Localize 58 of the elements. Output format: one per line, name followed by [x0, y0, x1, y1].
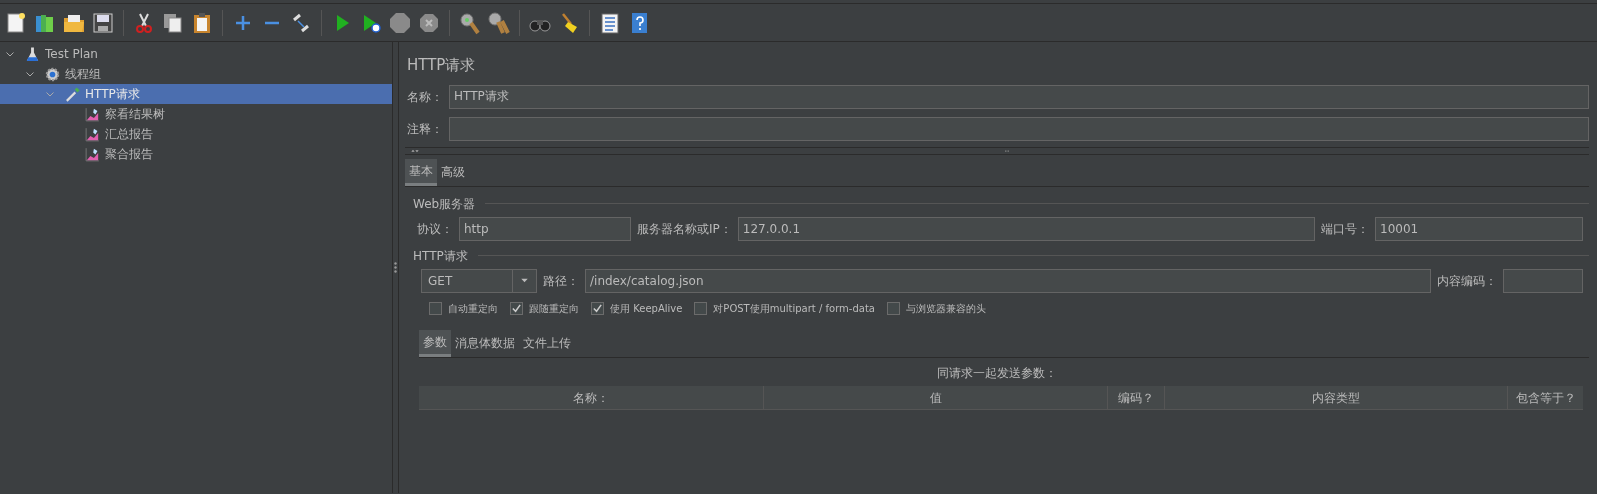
checkbox-label: 跟随重定向	[529, 301, 579, 316]
checkbox[interactable]	[510, 301, 523, 315]
column-header[interactable]: 编码？	[1108, 385, 1165, 409]
tree-item[interactable]: HTTP请求	[0, 84, 392, 104]
field-label: 路径：	[543, 272, 579, 290]
column-header[interactable]: 名称：	[419, 385, 764, 409]
checkbox[interactable]	[591, 301, 604, 315]
input-field[interactable]: HTTP请求	[449, 84, 1589, 109]
input-field[interactable]	[1503, 268, 1583, 293]
checkbox-label: 对POST使用multipart / form-data	[713, 301, 875, 316]
splitter-handle-icon[interactable]	[394, 262, 397, 273]
clear-all-icon[interactable]	[487, 10, 511, 35]
checkbox[interactable]	[886, 301, 900, 315]
tab[interactable]: 参数	[419, 329, 451, 357]
tree-item[interactable]: 汇总报告	[0, 124, 392, 144]
pipette-icon[interactable]	[64, 85, 81, 103]
input-field[interactable]: /index/catalog.json	[585, 268, 1431, 293]
field-label: 端口号：	[1321, 220, 1369, 238]
tab[interactable]: 基本	[405, 158, 437, 186]
checkbox-label: 与浏览器兼容的头	[905, 301, 986, 316]
checkbox[interactable]	[429, 301, 442, 315]
input-field[interactable]: http	[459, 216, 631, 241]
tree-item[interactable]: 线程组	[0, 64, 392, 84]
field-label: 注释：	[407, 120, 443, 138]
tree-item[interactable]: 聚合报告	[0, 144, 392, 164]
column-header[interactable]: 包含等于？	[1508, 385, 1583, 409]
input-field[interactable]: 10001	[1375, 216, 1583, 241]
tree-item[interactable]: 察看结果树	[0, 104, 392, 124]
checkbox-label: 使用 KeepAlive	[610, 301, 683, 316]
field-label: 服务器名称或IP：	[637, 220, 732, 238]
gear-icon[interactable]	[44, 65, 61, 83]
input-field[interactable]: 127.0.0.1	[737, 216, 1315, 241]
section-legend: Web服务器	[413, 194, 476, 213]
column-header[interactable]: 内容类型	[1165, 385, 1508, 409]
tab[interactable]: 消息体数据	[451, 329, 519, 357]
list-icon[interactable]	[598, 10, 622, 35]
clear-icon[interactable]	[458, 10, 482, 35]
flask-icon[interactable]	[24, 45, 41, 63]
graph-icon[interactable]	[84, 125, 101, 143]
column-header[interactable]: 值	[764, 385, 1108, 409]
input-field[interactable]	[449, 116, 1589, 141]
checkbox[interactable]	[694, 301, 708, 315]
method-dropdown[interactable]: GET	[421, 268, 537, 293]
checkbox-label: 自动重定向	[448, 301, 498, 316]
graph-icon[interactable]	[84, 145, 101, 163]
save-icon[interactable]	[91, 10, 115, 35]
field-label: 内容编码：	[1437, 272, 1497, 290]
tree-item[interactable]: Test Plan	[0, 44, 392, 64]
panel-title: HTTP请求	[407, 55, 477, 76]
field-label: 协议：	[417, 220, 453, 238]
tab[interactable]: 高级	[437, 158, 469, 186]
new-file-icon[interactable]	[4, 10, 28, 35]
tab[interactable]: 文件上传	[519, 329, 575, 357]
stop-icon[interactable]	[388, 10, 412, 35]
table-caption: 同请求一起发送参数：	[937, 365, 1057, 380]
graph-icon[interactable]	[84, 105, 101, 123]
section-legend: HTTP请求	[413, 246, 468, 265]
field-label: 名称：	[407, 88, 443, 106]
